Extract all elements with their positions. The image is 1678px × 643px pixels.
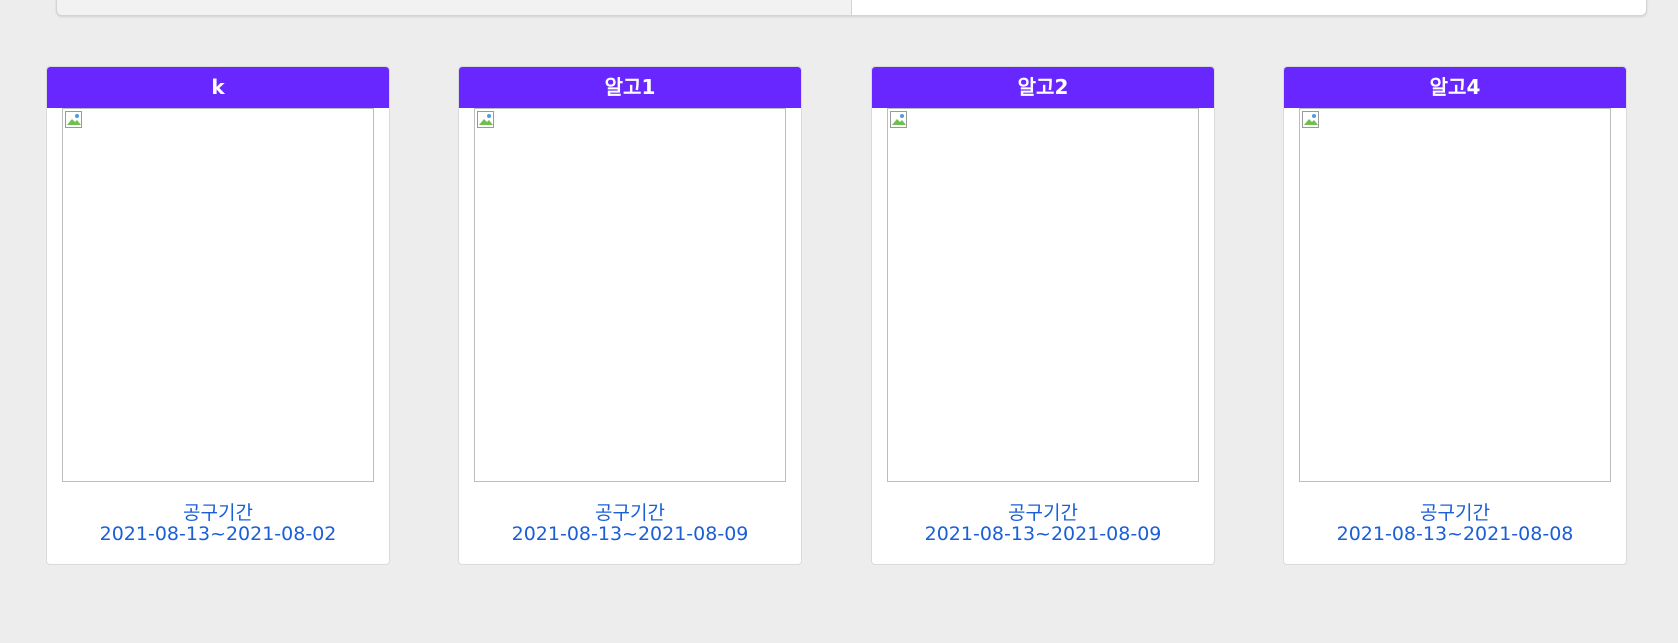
period-label: 공구기간: [595, 502, 665, 524]
product-card[interactable]: 알고1 공구기간 2021-08-13~2021-08-09: [458, 66, 802, 565]
product-card[interactable]: k 공구기간 2021-08-13~2021-08-02: [46, 66, 390, 565]
card-period-info[interactable]: 공구기간 2021-08-13~2021-08-02: [47, 503, 389, 545]
card-image[interactable]: [1299, 108, 1611, 482]
broken-image-icon: [890, 111, 907, 128]
broken-image-icon: [477, 111, 494, 128]
card-period-info[interactable]: 공구기간 2021-08-13~2021-08-09: [872, 503, 1214, 545]
card-title[interactable]: 알고1: [459, 67, 801, 108]
period-label: 공구기간: [183, 502, 253, 524]
card-image[interactable]: [474, 108, 786, 482]
broken-image-icon: [65, 111, 82, 128]
card-image[interactable]: [62, 108, 374, 482]
card-grid: k 공구기간 2021-08-13~2021-08-02 알고1 공구기간 20…: [0, 0, 1678, 643]
period-dates: 2021-08-13~2021-08-02: [99, 523, 337, 545]
period-label: 공구기간: [1008, 502, 1078, 524]
card-title[interactable]: 알고4: [1284, 67, 1626, 108]
card-title[interactable]: 알고2: [872, 67, 1214, 108]
period-label: 공구기간: [1420, 502, 1490, 524]
period-dates: 2021-08-13~2021-08-09: [924, 523, 1162, 545]
period-dates: 2021-08-13~2021-08-09: [511, 523, 749, 545]
broken-image-icon: [1302, 111, 1319, 128]
card-period-info[interactable]: 공구기간 2021-08-13~2021-08-08: [1284, 503, 1626, 545]
card-period-info[interactable]: 공구기간 2021-08-13~2021-08-09: [459, 503, 801, 545]
card-image[interactable]: [887, 108, 1199, 482]
product-card[interactable]: 알고2 공구기간 2021-08-13~2021-08-09: [871, 66, 1215, 565]
product-card[interactable]: 알고4 공구기간 2021-08-13~2021-08-08: [1283, 66, 1627, 565]
period-dates: 2021-08-13~2021-08-08: [1336, 523, 1574, 545]
card-title[interactable]: k: [47, 67, 389, 108]
